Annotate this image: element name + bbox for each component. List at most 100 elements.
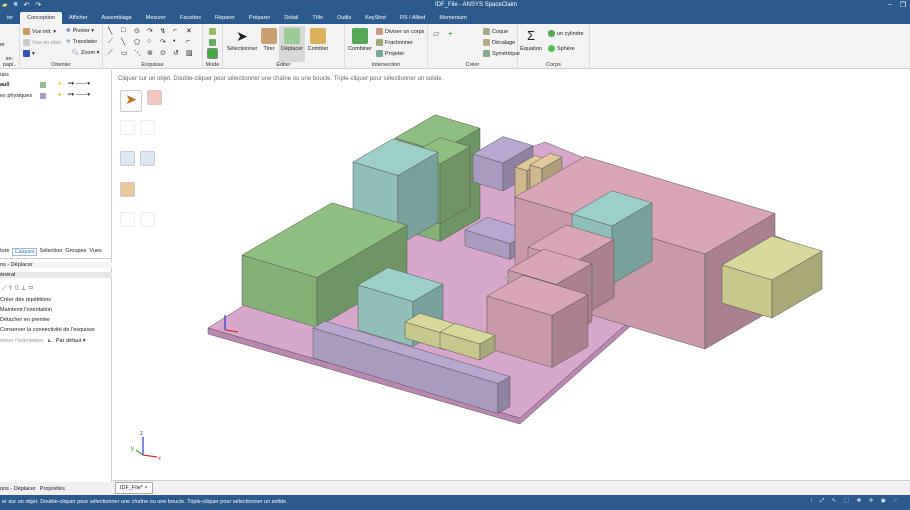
sketch-tool-icon[interactable]: ↷ [160,38,172,46]
tab-pr-parer[interactable]: Préparer [242,12,277,24]
paste-button[interactable]: er [0,42,5,48]
sketch-tool-icon[interactable]: ○ [147,38,159,46]
option-checkbox[interactable]: Conserver la connectivité de l'esquisse [0,327,95,333]
panel-tab-vues[interactable]: Vues [89,248,101,256]
open-icon[interactable]: ▰ [2,1,7,9]
tab-t-le[interactable]: Tôle [305,12,330,24]
tab-options[interactable]: ons - Déplacer [0,486,36,492]
offset-button[interactable]: Décalage [483,39,515,46]
orient-icon: ⊾ [47,338,52,344]
pull-button[interactable]: Tirer [260,28,278,52]
panel-tab-calques[interactable]: Calques [12,248,37,256]
select-button[interactable]: ➤ Sélectionner [225,28,259,52]
3d-viewport[interactable]: Cliquer sur un objet. Double-cliquer pou… [113,70,910,480]
save-icon[interactable]: ■ [13,1,17,9]
status-tools-icons[interactable]: ⁝ ⤢ ↖ ⬚ ✥ ✛ ◉ ⟋ [811,498,900,505]
sketch-tool-icon[interactable]: ✕ [186,27,198,35]
sketch-tool-icon[interactable]: ⊙ [134,27,146,35]
project-button[interactable]: Projeter [376,50,404,57]
home-view-button[interactable]: Vue init. ▾ [23,28,56,35]
lightbulb-icon[interactable]: ● [58,92,61,98]
fill-button[interactable]: Combler [307,28,329,52]
combine-button[interactable]: Combiner [347,28,373,52]
split-body-button[interactable]: Diviser un corps [376,28,424,35]
sphere-button[interactable]: Sphère [548,45,575,52]
sketch-tool-icon[interactable]: ⟋ [108,49,120,57]
plan-view-button[interactable]: Vue en plan [23,39,61,46]
sketch-tool-icon[interactable]: ↺ [173,49,185,57]
sketch-tool-icon[interactable]: ╲ [108,27,120,35]
tab-conception[interactable]: Conception [20,12,62,24]
tab-mesurer[interactable]: Mesurer [139,12,173,24]
tab-rs-allied[interactable]: RS / Allied [393,12,432,24]
restore-button[interactable]: ❐ [900,1,906,9]
cylinder-button[interactable]: un cylindre [548,30,584,37]
redo-icon[interactable]: ↷ [36,1,42,9]
option-checkbox[interactable]: Maintenir l'orientation [0,307,52,313]
tab-r-parer[interactable]: Réparer [208,12,242,24]
sketch-tool-icon[interactable]: ╲ [121,38,133,46]
sketch-tool-icon[interactable]: ⋱ [134,49,146,57]
sketch-tool-icon[interactable]: ↯ [160,27,172,35]
plane-icon[interactable]: ▱ [433,29,439,38]
undo-icon[interactable]: ↶ [24,1,30,9]
fill-icon [310,28,326,44]
3d-mode-icon[interactable] [207,48,218,59]
layer-color-swatch[interactable] [40,82,46,88]
tab-d-tail[interactable]: Détail [277,12,305,24]
model-view[interactable]: z x y [113,70,910,480]
sketch-tool-icon[interactable]: ⟋ [108,38,120,46]
sketch-tool-icon[interactable]: ⌐ [186,38,198,46]
shell-button[interactable]: Coque [483,28,508,35]
lightbulb-icon[interactable]: ● [58,81,61,87]
tab-outils[interactable]: Outils [330,12,358,24]
layer-color-swatch[interactable] [40,93,46,99]
option-checkbox[interactable]: Détacher en premier [0,317,50,323]
axis-icon[interactable]: + [448,29,453,38]
orient-dropdown[interactable]: Par défaut ▾ [56,338,86,344]
sketch-tool-icon[interactable]: • [173,38,185,46]
doc-tab-idf-file[interactable]: IDF_File* × [115,482,153,494]
tab-momentum[interactable]: Momentum [432,12,474,24]
window-title: IDF_File - ANSYS SpaceClaim [435,2,518,8]
cursor-icon: ➤ [236,28,248,44]
cylinder-icon [548,30,555,37]
sketch-tool-icon[interactable]: ⊚ [147,49,159,57]
panel-tab-groupes[interactable]: Groupes [65,248,86,256]
sketch-tool-icon[interactable]: ▨ [186,49,198,57]
group-label: Éditer [276,62,291,68]
minimize-button[interactable]: – [888,1,892,9]
move-options-icons[interactable]: ⟋ ⫯ ▯ ⊥ ▭ [2,285,34,293]
line-style-dropdown[interactable]: ━▾ ───▾ [68,92,90,98]
option-checkbox[interactable]: Créer des répétitions [0,297,51,303]
sketch-tool-icon[interactable]: ↷ [147,27,159,35]
status-bar: er sur un objet. Double-cliquer pour sél… [0,495,910,510]
sketch-tool-icon[interactable]: □ [121,27,133,35]
sketch-tool-icon[interactable]: ⬠ [134,38,146,46]
translate-button[interactable]: ✛ Translater [66,39,97,45]
tab-ier[interactable]: ier [0,12,20,24]
group-label: Mode [205,62,220,68]
equation-button[interactable]: Σ Équation [519,28,543,52]
sketch-tool-icon[interactable]: ⌐ [173,27,185,35]
line-style-dropdown[interactable]: ━▾ ───▾ [68,81,90,87]
panel-tab-ture[interactable]: ture [0,248,9,256]
tab-properties[interactable]: Propriétés [40,486,65,492]
panel-tab-sélection[interactable]: Sélection [40,248,63,256]
move-button[interactable]: Déplacer [279,26,305,62]
mirror-button[interactable]: Symétrique [483,50,520,57]
section-mode-icon[interactable] [209,39,216,46]
tab-afficher[interactable]: Afficher [62,12,95,24]
sketch-mode-icon[interactable] [209,28,216,35]
tab-keyshot[interactable]: KeyShot [358,12,393,24]
sketch-tool-icon[interactable]: ▭ [121,49,133,57]
split-button[interactable]: Fractionner [376,39,413,46]
rotate-button[interactable]: ✥ Pivoter ▾ [66,28,94,34]
layer-row[interactable]: au0 ● ━▾ ───▾ [0,81,112,88]
tab-assemblage[interactable]: Assemblage [95,12,139,24]
view-cube-button[interactable]: ▾ [23,50,35,57]
sketch-tool-icon[interactable]: ⊙ [160,49,172,57]
tab-facettes[interactable]: Facettes [173,12,208,24]
layer-row[interactable]: es physiques ● ━▾ ───▾ [0,92,112,99]
zoom-button[interactable]: 🔍︎ Zoom ▾ [72,50,99,56]
